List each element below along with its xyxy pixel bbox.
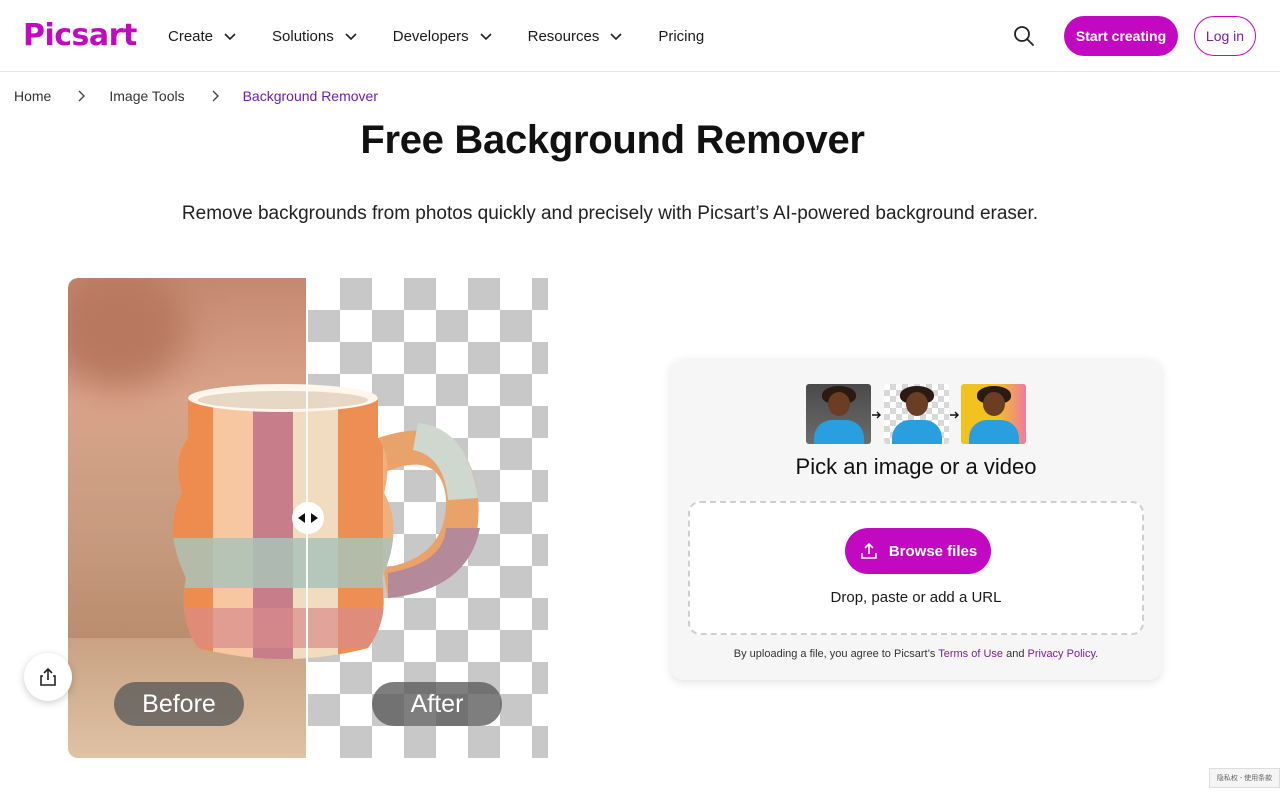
breadcrumb-home[interactable]: Home [14, 88, 51, 104]
legal-suffix: . [1095, 648, 1099, 660]
search-icon[interactable] [1013, 25, 1035, 47]
nav-pricing-label: Pricing [658, 27, 705, 45]
slider-handle[interactable] [292, 502, 324, 534]
example-cutout-thumbnail [884, 384, 949, 444]
before-after-demo[interactable]: Before After [68, 278, 548, 758]
nav-developers[interactable]: Developers [393, 28, 493, 45]
upload-icon [861, 542, 877, 559]
page-title: Free Background Remover [360, 118, 865, 162]
nav-create-label: Create [168, 27, 214, 45]
file-dropzone[interactable]: Browse files Drop, paste or add a URL [688, 501, 1144, 635]
chevron-down-icon [345, 33, 357, 41]
chevron-right-icon [78, 90, 86, 102]
upload-card-title: Pick an image or a video [795, 454, 1037, 479]
breadcrumb-current[interactable]: Background Remover [243, 88, 378, 104]
picsart-logo[interactable]: Picsart [23, 18, 137, 53]
before-label: Before [114, 682, 244, 726]
breadcrumb: Home Image Tools Background Remover [14, 86, 378, 106]
example-original-thumbnail [806, 384, 871, 444]
nav-pricing[interactable]: Pricing [658, 28, 704, 45]
drop-instructions: Drop, paste or add a URL [830, 589, 1002, 606]
arrow-right-icon [872, 411, 881, 419]
upload-legal-notice: By uploading a file, you agree to Picsar… [671, 648, 1161, 660]
after-label: After [372, 682, 502, 726]
chevron-right-icon [212, 90, 219, 102]
striped-mug-image [172, 384, 480, 659]
nav-resources[interactable]: Resources [528, 28, 624, 45]
terms-of-use-link[interactable]: Terms of Use [938, 648, 1003, 660]
upload-card: Pick an image or a video Browse files Dr… [671, 360, 1161, 680]
chevron-down-icon [224, 33, 236, 41]
nav-solutions-label: Solutions [272, 27, 334, 45]
start-creating-button[interactable]: Start creating [1064, 16, 1178, 56]
legal-prefix: By uploading a file, you agree to Picsar… [733, 648, 936, 660]
blurred-background [68, 278, 188, 388]
chevron-down-icon [480, 33, 492, 41]
share-icon [40, 667, 56, 686]
site-header: Picsart Create Solutions Developers Reso… [0, 0, 1280, 72]
arrow-right-icon [950, 411, 959, 419]
chevron-down-icon [610, 33, 622, 41]
legal-and: and [1006, 648, 1025, 660]
example-new-background-thumbnail [961, 384, 1026, 444]
browse-files-label: Browse files [888, 542, 978, 560]
drag-arrows-icon [298, 513, 318, 523]
share-button[interactable] [24, 653, 72, 701]
main-nav: Create Solutions Developers Resources Pr… [168, 0, 739, 72]
page-subtitle: Remove backgrounds from photos quickly a… [181, 203, 1039, 224]
example-thumbnails [806, 384, 1028, 444]
browse-files-button[interactable]: Browse files [845, 528, 991, 574]
privacy-policy-link[interactable]: Privacy Policy [1028, 648, 1096, 660]
nav-developers-label: Developers [392, 27, 469, 45]
log-in-button[interactable]: Log in [1194, 16, 1256, 56]
nav-create[interactable]: Create [168, 28, 237, 45]
nav-solutions[interactable]: Solutions [272, 28, 358, 45]
nav-resources-label: Resources [527, 27, 600, 45]
recaptcha-badge[interactable]: 隐私权 - 使用条款 [1209, 768, 1280, 788]
breadcrumb-image-tools[interactable]: Image Tools [109, 88, 184, 104]
